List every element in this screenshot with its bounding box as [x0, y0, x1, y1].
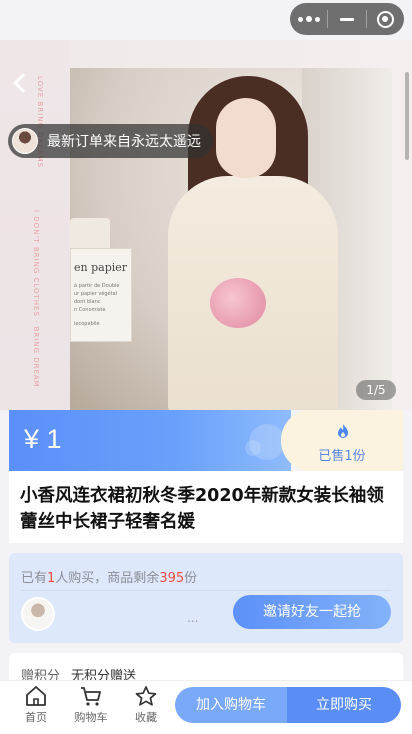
image-page-indicator: 1/5 [356, 380, 396, 400]
price-bar: ¥ 1 已售1份 [9, 410, 403, 471]
buy-now-button[interactable]: 立即购买 [287, 687, 401, 723]
buyer-avatar [21, 597, 55, 631]
close-miniprogram-button[interactable] [367, 3, 404, 35]
close-target-icon [376, 10, 394, 28]
more-button[interactable] [290, 3, 327, 35]
price-amount: ¥ 1 [24, 424, 62, 454]
nav-cart-label: 购物车 [74, 711, 108, 724]
miniprogram-capsule [290, 3, 404, 35]
sold-count-section: 已售1份 [281, 410, 403, 471]
product-image-carousel[interactable]: LOVE BRING DREAMS I DON'T BRING CLOTHES … [0, 40, 412, 410]
nav-cart[interactable]: 购物车 [66, 685, 116, 725]
nav-home[interactable]: 首页 [11, 685, 61, 725]
decorative-circle [245, 440, 261, 456]
image-side-text-2: I DON'T BRING CLOTHES · BRING DREAM [32, 210, 40, 388]
price-section: ¥ 1 [9, 410, 291, 471]
minimize-icon [339, 17, 354, 21]
flowers [210, 278, 266, 328]
more-dots-icon [297, 16, 320, 22]
divider [21, 590, 391, 591]
minimize-button[interactable] [328, 3, 365, 35]
invite-friends-button[interactable]: 邀请好友一起抢 [233, 595, 391, 629]
nav-favorite[interactable]: 收藏 [121, 685, 171, 725]
scrollbar[interactable] [405, 72, 409, 160]
add-to-cart-button[interactable]: 加入购物车 [175, 687, 287, 723]
purchase-status: 已有1人购买，商品剩余395份 [21, 571, 198, 586]
bottom-action-bar: 首页 购物车 收藏 加入购物车 立即购买 [0, 680, 412, 734]
product-photo: en papier à partir de Double ur papier v… [70, 68, 392, 410]
star-icon [135, 686, 157, 706]
product-title-card: 小香风连衣裙初秋冬季2020年新款女装长袖领蕾丝中长裙子轻奢名媛 [9, 471, 403, 543]
nav-home-label: 首页 [25, 711, 47, 724]
remaining-count: 395 [159, 571, 185, 586]
cart-icon [81, 687, 101, 706]
latest-order-ticker: 最新订单来自永远太遥远 [8, 124, 213, 158]
home-icon [26, 686, 46, 706]
purchase-buttons: 加入购物车 立即购买 [175, 687, 401, 723]
buyer-avatar [12, 128, 38, 154]
product-title: 小香风连衣裙初秋冬季2020年新款女装长袖领蕾丝中长裙子轻奢名媛 [20, 486, 384, 532]
sold-count: 已售1份 [318, 449, 366, 464]
group-buy-card: 已有1人购买，商品剩余395份 ... 邀请好友一起抢 [9, 553, 403, 643]
latest-order-text: 最新订单来自永远太遥远 [47, 134, 201, 150]
fire-icon [338, 424, 348, 438]
more-buyers-ellipsis: ... [187, 611, 199, 625]
nav-favorite-label: 收藏 [135, 711, 157, 724]
book-prop: en papier à partir de Double ur papier v… [70, 248, 132, 342]
